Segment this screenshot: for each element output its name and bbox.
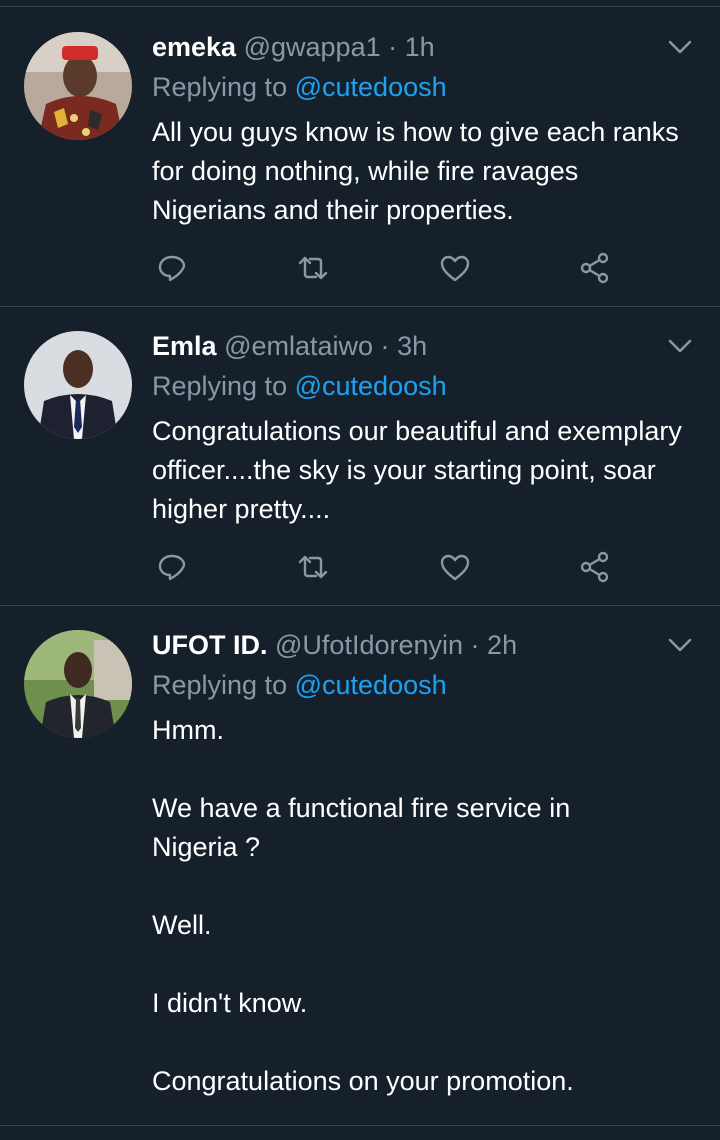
display-name[interactable]: Emla xyxy=(152,331,217,361)
avatar[interactable] xyxy=(24,630,132,738)
mention-link[interactable]: @cutedoosh xyxy=(295,670,447,700)
action-bar xyxy=(152,248,632,288)
user-handle[interactable]: @emlataiwo xyxy=(224,331,373,361)
timestamp[interactable]: 3h xyxy=(397,331,427,361)
separator-dot: · xyxy=(380,331,390,361)
tweet-text: Hmm. We have a functional fire service i… xyxy=(152,711,692,1101)
reply-icon[interactable] xyxy=(152,248,192,288)
avatar[interactable] xyxy=(24,331,132,439)
tweet-text: All you guys know is how to give each ra… xyxy=(152,113,692,230)
separator-dot: · xyxy=(388,32,398,62)
chevron-down-icon[interactable] xyxy=(664,629,696,661)
tweet-divider xyxy=(0,1125,720,1126)
user-handle[interactable]: @UfotIdorenyin xyxy=(275,630,463,660)
mention-link[interactable]: @cutedoosh xyxy=(295,371,447,401)
timestamp[interactable]: 1h xyxy=(405,32,435,62)
tweet-paragraph: Congratulations our beautiful and exempl… xyxy=(152,416,682,524)
tweet[interactable]: emeka @gwappa1 · 1h Replying to @cutedoo… xyxy=(0,27,720,307)
tweet-paragraph: We have a functional fire service in Nig… xyxy=(152,793,571,862)
tweet-header: Emla @emlataiwo · 3h xyxy=(152,326,427,366)
timestamp[interactable]: 2h xyxy=(487,630,517,660)
tweet-header: emeka @gwappa1 · 1h xyxy=(152,27,435,67)
share-icon[interactable] xyxy=(575,248,615,288)
replying-label: Replying to xyxy=(152,670,288,700)
tweet-text: Congratulations our beautiful and exempl… xyxy=(152,412,692,529)
top-divider xyxy=(0,6,720,7)
replying-to: Replying to @cutedoosh xyxy=(152,366,447,406)
chevron-down-icon[interactable] xyxy=(664,31,696,63)
user-handle[interactable]: @gwappa1 xyxy=(244,32,381,62)
replying-label: Replying to xyxy=(152,371,288,401)
reply-icon[interactable] xyxy=(152,547,192,587)
chevron-down-icon[interactable] xyxy=(664,330,696,362)
replying-to: Replying to @cutedoosh xyxy=(152,665,447,705)
mention-link[interactable]: @cutedoosh xyxy=(295,72,447,102)
avatar[interactable] xyxy=(24,32,132,140)
separator-dot: · xyxy=(470,630,480,660)
tweet[interactable]: Emla @emlataiwo · 3h Replying to @cutedo… xyxy=(0,326,720,606)
like-icon[interactable] xyxy=(435,248,475,288)
share-icon[interactable] xyxy=(575,547,615,587)
tweet[interactable]: UFOT ID. @UfotIdorenyin · 2h Replying to… xyxy=(0,625,720,1125)
like-icon[interactable] xyxy=(435,547,475,587)
retweet-icon[interactable] xyxy=(293,547,333,587)
tweet-divider xyxy=(0,306,720,307)
tweet-paragraph: Well. xyxy=(152,910,212,940)
replying-to: Replying to @cutedoosh xyxy=(152,67,447,107)
tweet-paragraph: I didn't know. xyxy=(152,988,308,1018)
display-name[interactable]: UFOT ID. xyxy=(152,630,268,660)
replying-label: Replying to xyxy=(152,72,288,102)
action-bar xyxy=(152,547,632,587)
tweet-header: UFOT ID. @UfotIdorenyin · 2h xyxy=(152,625,517,665)
tweet-divider xyxy=(0,605,720,606)
tweet-paragraph: Hmm. xyxy=(152,715,224,745)
retweet-icon[interactable] xyxy=(293,248,333,288)
tweet-paragraph: Congratulations on your promotion. xyxy=(152,1066,574,1096)
display-name[interactable]: emeka xyxy=(152,32,236,62)
tweet-paragraph: All you guys know is how to give each ra… xyxy=(152,117,679,225)
